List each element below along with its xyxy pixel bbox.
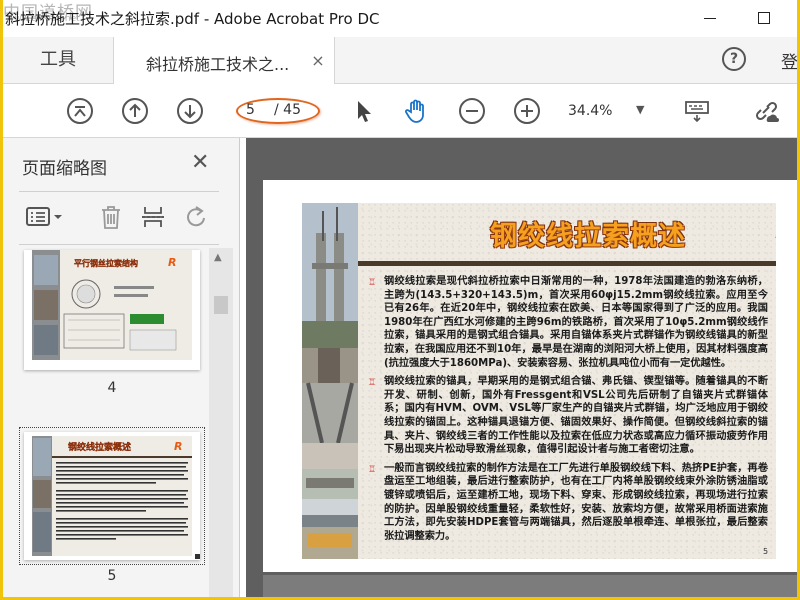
thumbnail-5-preview: 钢绞线拉索概述 R [24, 432, 200, 560]
thumbnail-toolbar [19, 200, 219, 234]
zoom-in-icon[interactable] [513, 97, 541, 125]
delete-page-icon[interactable] [97, 203, 125, 231]
next-page-edge [263, 575, 797, 597]
paragraph-2: ♖ 钢绞线拉索的锚具，早期采用的是钢式组合锚、弗氏锚、锲型锚等。随着锚具的不断开发… [368, 376, 768, 456]
thumbnail-page-4[interactable]: 平行钢丝拉索结构 R [24, 250, 200, 370]
slide-title: 钢绞线拉索概述 [490, 221, 686, 252]
window-title: 斜拉桥施工技术之斜拉索.pdf - Adobe Acrobat Pro DC [5, 10, 380, 28]
tab-document[interactable]: 斜拉桥施工技术之... × [113, 37, 335, 84]
scrollbar-thumb[interactable] [214, 296, 228, 314]
slide-header: 钢绞线拉索概述 R [358, 203, 776, 261]
zoom-dropdown-icon[interactable]: ▼ [636, 103, 644, 116]
rotate-page-icon[interactable] [181, 203, 209, 231]
bridge-photos [302, 203, 358, 559]
close-panel-icon[interactable]: ✕ [191, 150, 209, 175]
zoom-level[interactable]: 34.4% [568, 103, 612, 119]
title-rule [358, 261, 776, 266]
current-page-input[interactable]: 5 [246, 102, 268, 118]
thumbnail-4-number: 4 [107, 380, 117, 396]
options-menu-icon[interactable] [25, 203, 65, 231]
bullet-icon: ♖ [368, 464, 377, 475]
page-thumbnails-panel: 页面缩略图 ✕ 平行钢丝拉索结构 R 4 钢绞线拉索概述 R 5 ▲ [3, 138, 240, 597]
zoom-out-icon[interactable] [458, 97, 486, 125]
thumbnail-4-preview: 平行钢丝拉索结构 R [24, 250, 200, 370]
maximize-button[interactable] [750, 6, 780, 30]
scroll-up-icon[interactable]: ▲ [214, 252, 222, 263]
slide-body: ♖ 钢绞线拉索是现代斜拉桥拉索中日渐常用的一种，1978年法国建造的勃洛东纳桥，主… [366, 275, 768, 548]
paragraph-1: ♖ 钢绞线拉索是现代斜拉桥拉索中日渐常用的一种，1978年法国建造的勃洛东纳桥，主… [368, 276, 768, 369]
insert-page-icon[interactable] [139, 203, 167, 231]
bullet-icon: ♖ [368, 378, 377, 389]
paragraph-3: ♖ 一般而言钢绞线拉索的制作方法是在工厂先进行单股钢绞线下料、热挤PE护套，再卷盘… [368, 462, 768, 542]
tab-close-icon[interactable]: × [310, 51, 326, 70]
tab-document-label: 斜拉桥施工技术之... [146, 55, 290, 74]
title-bar: 中国道桥网 www.cnroad.net 斜拉桥施工技术之斜拉索.pdf - A… [3, 0, 797, 37]
thumbnail-5-title: 钢绞线拉索概述 [68, 441, 131, 453]
panel-title: 页面缩略图 [22, 159, 107, 179]
thumbnail-4-title: 平行钢丝拉索结构 [74, 258, 138, 268]
hand-tool-icon[interactable] [402, 97, 430, 125]
tab-tools[interactable]: 工具 [3, 37, 113, 84]
svg-text:R: R [174, 440, 182, 453]
divider [19, 244, 219, 245]
help-icon[interactable]: ? [722, 47, 746, 71]
previous-page-icon[interactable] [121, 97, 149, 125]
pdf-page: 钢绞线拉索概述 R ♖钢绞线拉索是现代斜拉桥拉索中日渐常用的一种，1978年法国… [263, 180, 797, 572]
sign-in-button[interactable]: 登 [781, 48, 797, 73]
document-view[interactable]: 钢绞线拉索概述 R ♖钢绞线拉索是现代斜拉桥拉索中日渐常用的一种，1978年法国… [246, 138, 797, 597]
page-number-field[interactable]: 5 / 45 [236, 98, 320, 124]
toolbar: 5 / 45 34.4% ▼ [3, 84, 797, 138]
select-cursor-icon[interactable] [350, 97, 378, 125]
svg-text:R: R [168, 256, 176, 269]
bullet-icon: ♖ [368, 278, 377, 288]
minimize-button[interactable] [696, 6, 726, 30]
share-link-icon[interactable] [751, 97, 779, 125]
total-pages: / 45 [274, 102, 301, 118]
keyboard-icon[interactable] [683, 97, 711, 125]
acrobat-window: 中国道桥网 www.cnroad.net 斜拉桥施工技术之斜拉索.pdf - A… [3, 0, 797, 597]
thumbnail-scrollbar[interactable]: ▲ [209, 248, 233, 597]
next-page-icon[interactable] [176, 97, 204, 125]
divider [19, 191, 219, 192]
thumbnail-page-5[interactable]: 钢绞线拉索概述 R [24, 432, 200, 560]
first-page-icon[interactable] [66, 97, 94, 125]
slide-number: 5 [763, 547, 769, 556]
tab-bar: 工具 斜拉桥施工技术之... × ? 登 [3, 37, 797, 84]
slide-content: 钢绞线拉索概述 R ♖钢绞线拉索是现代斜拉桥拉索中日渐常用的一种，1978年法国… [302, 203, 776, 559]
thumbnail-5-number: 5 [107, 568, 117, 584]
